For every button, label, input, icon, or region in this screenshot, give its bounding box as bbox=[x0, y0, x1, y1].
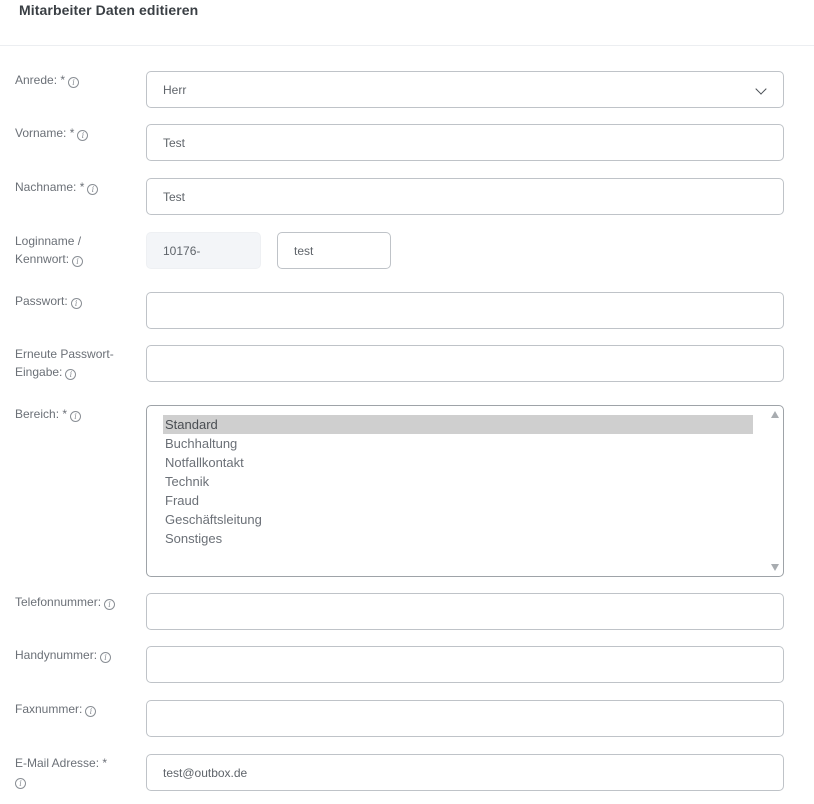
nachname-input[interactable]: Test bbox=[146, 178, 784, 215]
loginname-input[interactable]: test bbox=[277, 232, 391, 269]
info-icon[interactable]: i bbox=[85, 706, 97, 717]
bereich-option-notfallkontakt[interactable]: Notfallkontakt bbox=[163, 453, 753, 472]
bereich-option-standard[interactable]: Standard bbox=[163, 415, 753, 434]
bereich-option-fraud[interactable]: Fraud bbox=[163, 491, 753, 510]
vorname-label: Vorname: * i bbox=[15, 124, 135, 142]
email-input[interactable]: test@outbox.de bbox=[146, 754, 784, 791]
info-icon[interactable]: i bbox=[104, 599, 116, 610]
bereich-option-geschaeftsleitung[interactable]: Geschäftsleitung bbox=[163, 510, 753, 529]
chevron-down-icon[interactable] bbox=[755, 83, 767, 95]
info-icon[interactable]: i bbox=[77, 130, 89, 141]
bereich-option-sonstiges[interactable]: Sonstiges bbox=[163, 529, 753, 548]
anrede-selected-value: Herr bbox=[163, 82, 187, 97]
fax-label: Faxnummer: i bbox=[15, 700, 135, 718]
bereich-option-buchhaltung[interactable]: Buchhaltung bbox=[163, 434, 753, 453]
bereich-label: Bereich: * i bbox=[15, 405, 135, 423]
passwort-repeat-label: Erneute Passwort- Eingabe: i bbox=[15, 347, 114, 380]
passwort-repeat-input[interactable] bbox=[146, 345, 784, 382]
info-icon[interactable]: i bbox=[70, 298, 82, 309]
page-header: Mitarbeiter Daten editieren bbox=[0, 0, 814, 46]
info-icon[interactable]: i bbox=[100, 652, 112, 663]
anrede-label: Anrede: * i bbox=[15, 71, 135, 89]
info-icon[interactable]: i bbox=[87, 184, 99, 195]
info-icon[interactable]: i bbox=[65, 369, 77, 380]
page-title: Mitarbeiter Daten editieren bbox=[19, 2, 199, 18]
scroll-up-arrow-icon[interactable] bbox=[771, 411, 779, 418]
info-icon[interactable]: i bbox=[72, 256, 84, 267]
nachname-value: Test bbox=[163, 189, 186, 204]
loginname-prefix: 10176- bbox=[163, 243, 201, 258]
passwort-label: Passwort: i bbox=[15, 292, 135, 310]
bereich-listbox[interactable]: Standard Buchhaltung Notfallkontakt Tech… bbox=[146, 405, 784, 577]
info-icon[interactable]: i bbox=[70, 411, 82, 422]
telefon-input[interactable] bbox=[146, 593, 784, 630]
anrede-select[interactable]: Herr bbox=[146, 71, 784, 108]
email-value: test@outbox.de bbox=[163, 765, 248, 780]
nachname-label: Nachname: * i bbox=[15, 178, 135, 196]
loginname-value: test bbox=[294, 243, 314, 258]
scroll-down-arrow-icon[interactable] bbox=[771, 564, 779, 571]
email-label: E-Mail Adresse: * i bbox=[15, 756, 108, 789]
fax-input[interactable] bbox=[146, 700, 784, 737]
loginname-prefix-field: 10176- bbox=[146, 232, 261, 269]
handy-label: Handynummer: i bbox=[15, 646, 135, 664]
telefon-label: Telefonnummer: i bbox=[15, 593, 135, 611]
passwort-input[interactable] bbox=[146, 292, 784, 329]
info-icon[interactable]: i bbox=[15, 778, 26, 789]
handy-input[interactable] bbox=[146, 646, 784, 683]
vorname-input[interactable]: Test bbox=[146, 124, 784, 161]
bereich-option-technik[interactable]: Technik bbox=[163, 472, 753, 491]
info-icon[interactable]: i bbox=[68, 77, 80, 88]
loginname-label: Loginname / Kennwort: i bbox=[15, 234, 84, 267]
vorname-value: Test bbox=[163, 135, 186, 150]
